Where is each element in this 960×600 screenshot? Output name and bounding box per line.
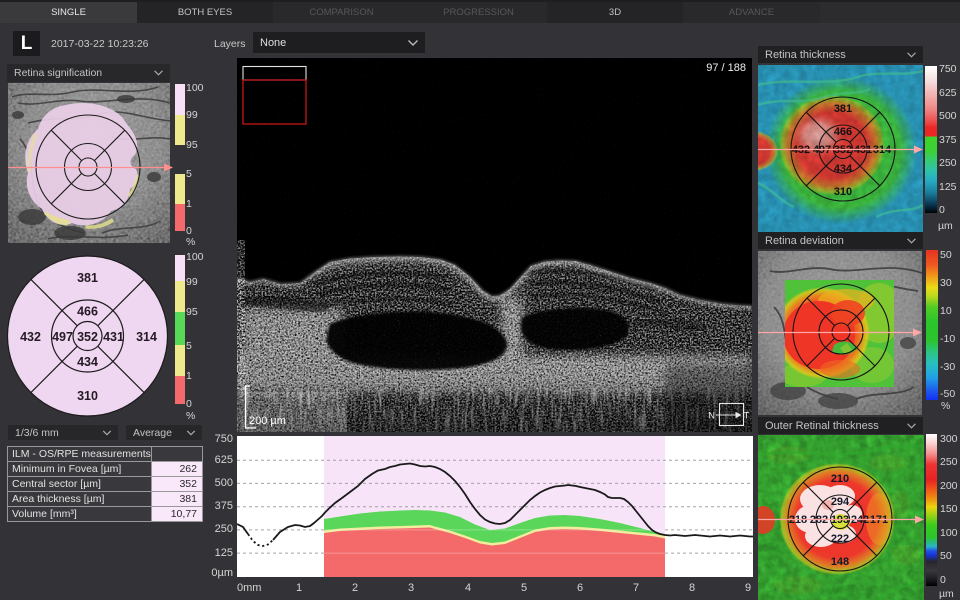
svg-text:200 µm: 200 µm bbox=[249, 415, 286, 427]
svg-text:310: 310 bbox=[77, 389, 98, 403]
svg-text:497: 497 bbox=[52, 330, 73, 344]
svg-text:314: 314 bbox=[136, 330, 157, 344]
svg-text:97 / 188: 97 / 188 bbox=[706, 62, 746, 74]
svg-text:434: 434 bbox=[834, 163, 853, 175]
svg-text:294: 294 bbox=[831, 496, 850, 508]
svg-text:210: 210 bbox=[831, 473, 849, 485]
svg-text:N: N bbox=[708, 411, 715, 422]
svg-text:466: 466 bbox=[77, 305, 98, 319]
svg-text:310: 310 bbox=[834, 186, 852, 198]
svg-text:148: 148 bbox=[831, 556, 849, 568]
svg-text:434: 434 bbox=[77, 355, 98, 369]
svg-text:381: 381 bbox=[834, 103, 852, 115]
svg-text:432: 432 bbox=[20, 330, 41, 344]
svg-text:T: T bbox=[744, 411, 750, 422]
svg-text:466: 466 bbox=[834, 126, 852, 138]
svg-text:381: 381 bbox=[77, 271, 98, 285]
svg-text:352: 352 bbox=[77, 330, 98, 344]
svg-text:431: 431 bbox=[103, 330, 124, 344]
svg-text:222: 222 bbox=[831, 533, 849, 545]
